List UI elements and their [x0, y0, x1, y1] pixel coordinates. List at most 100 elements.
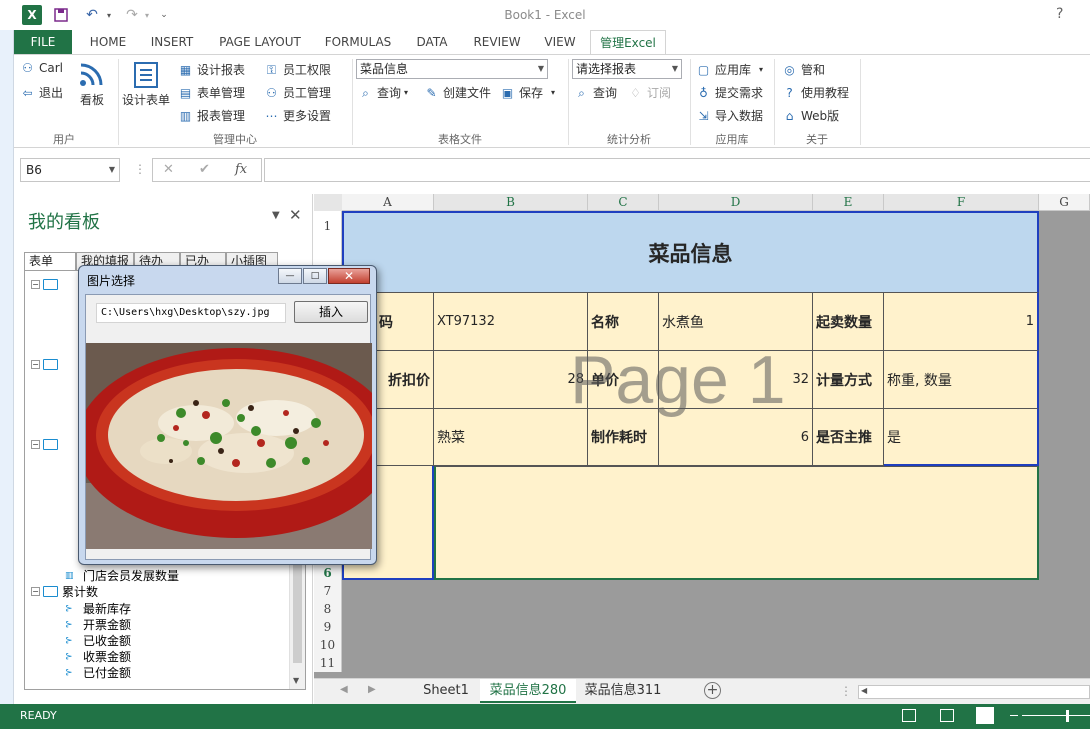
- tab-view[interactable]: VIEW: [540, 30, 580, 54]
- subscribe-button[interactable]: ♢ 订阅: [628, 84, 671, 101]
- cell-d2[interactable]: 水煮鱼: [659, 293, 813, 351]
- minimize-button[interactable]: —: [278, 268, 302, 284]
- add-sheet-icon[interactable]: +: [704, 682, 721, 699]
- row-header[interactable]: 11: [314, 654, 342, 672]
- close-button[interactable]: ✕: [328, 268, 370, 284]
- tab-formulas[interactable]: FORMULAS: [322, 30, 394, 54]
- tree-folder[interactable]: −: [31, 359, 62, 370]
- scroll-left-icon[interactable]: ◀: [861, 686, 867, 695]
- row-header[interactable]: 7: [314, 582, 342, 600]
- tree-item[interactable]: ⊱ 开票金额: [65, 616, 131, 633]
- zoom-slider-thumb[interactable]: [1066, 710, 1069, 722]
- design-report-button[interactable]: ▦ 设计报表: [178, 61, 245, 78]
- report-manage-button[interactable]: ▥ 报表管理: [178, 107, 245, 124]
- tree-folder-cumulative[interactable]: − 累计数: [31, 583, 98, 600]
- cell-c2[interactable]: 名称: [588, 293, 659, 351]
- tab-file[interactable]: FILE: [14, 30, 72, 54]
- logout-button[interactable]: ⇦ 退出: [20, 84, 63, 101]
- cell-f2[interactable]: 1: [884, 293, 1039, 351]
- guanhe-button[interactable]: ◎ 管和: [782, 61, 825, 78]
- tree-item[interactable]: ⊱ 最新库存: [65, 600, 131, 617]
- table-query-button[interactable]: ⌕ 查询 ▾: [358, 84, 408, 101]
- form-manage-button[interactable]: ▤ 表单管理: [178, 84, 245, 101]
- report-select[interactable]: 请选择报表 ▼: [572, 59, 682, 79]
- tree-item[interactable]: ⊱ 已付金额: [65, 664, 131, 681]
- employee-manage-button[interactable]: ⚇ 员工管理: [264, 84, 331, 101]
- row-header[interactable]: 8: [314, 600, 342, 618]
- zoom-slider[interactable]: [1022, 715, 1090, 716]
- employee-permission-button[interactable]: ⚿ 员工权限: [264, 61, 331, 78]
- tree-item[interactable]: ⊱ 已收金额: [65, 632, 131, 649]
- cell-f4[interactable]: 是: [884, 409, 1039, 466]
- enter-icon[interactable]: ✔: [199, 162, 210, 177]
- board-button[interactable]: 看板: [78, 61, 106, 108]
- save-file-button[interactable]: ▣ 保存 ▾: [500, 84, 555, 101]
- maximize-button[interactable]: □: [303, 268, 327, 284]
- zoom-out-icon[interactable]: [1010, 715, 1018, 716]
- page-break-view-icon[interactable]: [976, 707, 994, 724]
- scroll-down-icon[interactable]: ▼: [293, 676, 299, 685]
- cell-b4[interactable]: 熟菜: [434, 409, 588, 466]
- cell-b5-picture[interactable]: [434, 466, 1039, 580]
- select-all-corner[interactable]: [314, 194, 342, 211]
- submit-request-button[interactable]: ♁ 提交需求: [696, 84, 763, 101]
- tab-manage-excel[interactable]: 管理Excel: [590, 30, 666, 54]
- pane-options-icon[interactable]: ▼: [272, 210, 280, 221]
- tree-folder[interactable]: −: [31, 439, 62, 450]
- cell-d3[interactable]: 32: [659, 351, 813, 409]
- column-header[interactable]: F: [884, 194, 1039, 211]
- cell-b2[interactable]: XT97132: [434, 293, 588, 351]
- column-header[interactable]: B: [434, 194, 588, 211]
- tab-insert[interactable]: INSERT: [146, 30, 198, 54]
- row-header[interactable]: 9: [314, 618, 342, 636]
- next-sheet-icon[interactable]: ▶: [368, 684, 376, 695]
- web-version-button[interactable]: ⌂ Web版: [782, 107, 839, 124]
- tab-home[interactable]: HOME: [82, 30, 134, 54]
- sheet-tab-active[interactable]: 菜品信息280: [480, 679, 576, 703]
- cell-e4[interactable]: 是否主推: [813, 409, 884, 466]
- user-button[interactable]: ⚇ Carl: [20, 61, 63, 75]
- prev-sheet-icon[interactable]: ◀: [340, 684, 348, 695]
- column-header[interactable]: E: [813, 194, 884, 211]
- cell-c4[interactable]: 制作耗时: [588, 409, 659, 466]
- cell-e2[interactable]: 起卖数量: [813, 293, 884, 351]
- column-header[interactable]: D: [659, 194, 813, 211]
- tree-folder[interactable]: −: [31, 279, 62, 290]
- page-layout-view-icon[interactable]: [940, 709, 954, 722]
- cell-f3[interactable]: 称重, 数量: [884, 351, 1039, 409]
- help-button[interactable]: ?: [1056, 6, 1063, 22]
- cancel-icon[interactable]: ✕: [163, 162, 174, 177]
- name-box[interactable]: B6 ▼: [20, 158, 120, 182]
- sheet-tab[interactable]: Sheet1: [420, 679, 472, 703]
- app-library-button[interactable]: ▢ 应用库 ▾: [696, 61, 763, 78]
- horizontal-scrollbar[interactable]: ◀: [858, 685, 1090, 699]
- stats-query-button[interactable]: ⌕ 查询: [574, 84, 617, 101]
- sheet-tab[interactable]: 菜品信息311: [580, 679, 666, 703]
- tab-review[interactable]: REVIEW: [470, 30, 524, 54]
- column-header[interactable]: A: [342, 194, 434, 211]
- cell-d4[interactable]: 6: [659, 409, 813, 466]
- cell-c3[interactable]: 单价: [588, 351, 659, 409]
- cell-e3[interactable]: 计量方式: [813, 351, 884, 409]
- insert-button[interactable]: 插入: [294, 301, 368, 323]
- row-header[interactable]: 10: [314, 636, 342, 654]
- file-path-field[interactable]: C:\Users\hxg\Desktop\szy.jpg: [96, 303, 286, 323]
- title-cell[interactable]: 菜品信息: [342, 211, 1039, 293]
- row-header[interactable]: 6: [314, 564, 342, 582]
- more-settings-button[interactable]: ⋯ 更多设置: [264, 107, 332, 124]
- pane-tab-forms[interactable]: 表单: [24, 252, 76, 272]
- column-header[interactable]: G: [1039, 194, 1090, 211]
- pane-close-icon[interactable]: ✕: [289, 206, 302, 224]
- cell-b3[interactable]: 28: [434, 351, 588, 409]
- column-header[interactable]: C: [588, 194, 659, 211]
- formula-input[interactable]: [264, 158, 1090, 182]
- tab-page-layout[interactable]: PAGE LAYOUT: [214, 30, 306, 54]
- tree-item[interactable]: ⊱ 收票金额: [65, 648, 131, 665]
- design-form-button[interactable]: 设计表单: [122, 61, 170, 108]
- import-data-button[interactable]: ⇲ 导入数据: [696, 107, 763, 124]
- insert-function-button[interactable]: fx: [235, 162, 247, 177]
- normal-view-icon[interactable]: [902, 709, 916, 722]
- tab-data[interactable]: DATA: [410, 30, 454, 54]
- table-file-select[interactable]: 菜品信息 ▼: [356, 59, 548, 79]
- tree-item-member-growth[interactable]: ▥ 门店会员发展数量: [65, 567, 179, 584]
